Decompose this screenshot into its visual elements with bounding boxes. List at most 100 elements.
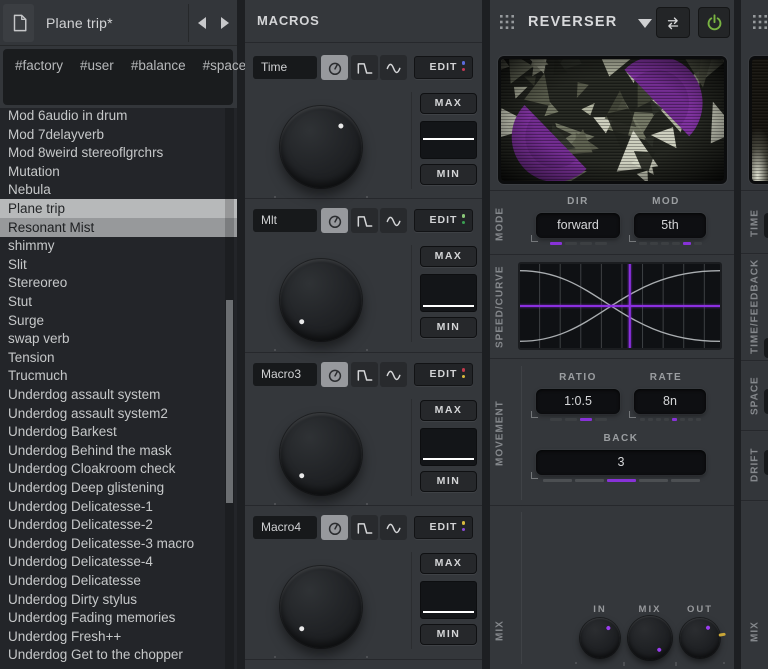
module-drag-handle-icon[interactable] bbox=[498, 13, 516, 31]
randomize-button[interactable] bbox=[656, 7, 690, 38]
preset-item[interactable]: Plane trip bbox=[0, 199, 237, 218]
macro-name-field[interactable]: Time bbox=[253, 56, 317, 79]
tag[interactable]: #user bbox=[80, 58, 114, 73]
macro-min-button[interactable]: MIN bbox=[420, 164, 477, 185]
macro-name-field[interactable]: Macro4 bbox=[253, 516, 317, 539]
preset-item[interactable]: Trucmuch bbox=[0, 366, 237, 385]
previous-preset-button[interactable] bbox=[198, 17, 206, 29]
preset-item[interactable]: Tension bbox=[0, 348, 237, 367]
preset-item[interactable]: Underdog Delicatesse-2 bbox=[0, 515, 237, 534]
preset-item[interactable]: Underdog Barkest bbox=[0, 422, 237, 441]
macro-edit-button[interactable]: EDIT bbox=[414, 363, 473, 386]
preset-item[interactable]: Underdog Behind the mask bbox=[0, 441, 237, 460]
macro-knob[interactable] bbox=[274, 106, 368, 198]
preset-item[interactable]: Underdog Delicatesse-4 bbox=[0, 552, 237, 571]
out-knob[interactable] bbox=[675, 618, 726, 664]
scrollbar-thumb[interactable] bbox=[226, 300, 233, 503]
macro-mode-envelope-button[interactable] bbox=[351, 55, 378, 80]
preset-item[interactable]: Underdog Delicatesse bbox=[0, 571, 237, 590]
tag[interactable]: #space bbox=[203, 58, 247, 73]
macro-mode-lfo-button[interactable] bbox=[380, 515, 407, 540]
preset-item[interactable]: Underdog Dirty stylus bbox=[0, 590, 237, 609]
macro-name-field[interactable]: Macro3 bbox=[253, 363, 317, 386]
macro-mode-lfo-button[interactable] bbox=[380, 362, 407, 387]
preset-item[interactable]: Underdog Get to the chopper bbox=[0, 645, 237, 664]
current-preset-name[interactable]: Plane trip* bbox=[46, 15, 113, 31]
preset-item[interactable]: shimmy bbox=[0, 236, 237, 255]
preset-item[interactable]: Underdog Cloakroom check bbox=[0, 459, 237, 478]
macro-range-display[interactable] bbox=[420, 121, 477, 159]
macro-mode-lfo-button[interactable] bbox=[380, 55, 407, 80]
macro-mode-knob-button[interactable] bbox=[321, 362, 348, 387]
macro-min-button[interactable]: MIN bbox=[420, 471, 477, 492]
macro-mode-envelope-button[interactable] bbox=[351, 515, 378, 540]
preset-item[interactable]: Underdog Delicatesse-3 macro bbox=[0, 534, 237, 553]
scanline-overlay bbox=[752, 59, 768, 181]
mix-label: MIX bbox=[638, 604, 662, 615]
macro-mode-knob-button[interactable] bbox=[321, 515, 348, 540]
mix-knob[interactable] bbox=[623, 616, 677, 666]
power-button[interactable] bbox=[698, 7, 730, 38]
tag[interactable]: #balance bbox=[131, 58, 186, 73]
preset-item[interactable]: Stereoreo bbox=[0, 273, 237, 292]
module-drag-handle-icon[interactable] bbox=[752, 13, 768, 31]
preset-item[interactable]: Underdog Deep glistening bbox=[0, 478, 237, 497]
ratio-selector[interactable]: 1:0.5 bbox=[531, 389, 620, 418]
preset-item[interactable]: Underdog Fading memories bbox=[0, 608, 237, 627]
range-value-line bbox=[423, 137, 474, 140]
macro-edit-button[interactable]: EDIT bbox=[414, 209, 473, 232]
preset-scrollbar[interactable] bbox=[225, 108, 234, 669]
macro-range-display[interactable] bbox=[420, 428, 477, 466]
macro-mode-knob-button[interactable] bbox=[321, 208, 348, 233]
preset-item[interactable]: swap verb bbox=[0, 329, 237, 348]
preset-item[interactable]: Underdog assault system2 bbox=[0, 404, 237, 423]
next-preset-button[interactable] bbox=[221, 17, 229, 29]
macro-min-button[interactable]: MIN bbox=[420, 624, 477, 645]
macro-range-display[interactable] bbox=[420, 581, 477, 619]
preset-item[interactable]: Underdog Delicatesse-1 bbox=[0, 497, 237, 516]
chevron-down-icon[interactable] bbox=[638, 19, 652, 28]
macro-max-button[interactable]: MAX bbox=[420, 553, 477, 574]
macro-edit-button[interactable]: EDIT bbox=[414, 56, 473, 79]
macro-mode-envelope-button[interactable] bbox=[351, 362, 378, 387]
knob-indicator bbox=[297, 471, 305, 479]
preset-item[interactable]: Nebula bbox=[0, 180, 237, 199]
preset-item[interactable]: Mod 6audio in drum bbox=[0, 108, 237, 125]
macro-max-button[interactable]: MAX bbox=[420, 246, 477, 267]
preset-item[interactable]: Underdog Fresh++ bbox=[0, 627, 237, 646]
preset-item[interactable]: Surge bbox=[0, 311, 237, 330]
mod-selector[interactable]: 5th bbox=[629, 213, 706, 242]
module-selector[interactable]: REVERSER bbox=[528, 14, 617, 30]
section-label-mix: MIX bbox=[494, 620, 506, 642]
preset-item[interactable]: Resonant Mist bbox=[0, 217, 237, 237]
preset-item[interactable]: Mod 8weird stereoflgrchrs bbox=[0, 143, 237, 162]
macro-knob[interactable] bbox=[274, 413, 368, 505]
tag[interactable]: #factory bbox=[15, 58, 63, 73]
knob-icon bbox=[328, 522, 341, 535]
macro-name-field[interactable]: Mlt bbox=[253, 209, 317, 232]
macro-max-button[interactable]: MAX bbox=[420, 400, 477, 421]
macro-mode-knob-button[interactable] bbox=[321, 55, 348, 80]
new-preset-button[interactable] bbox=[3, 4, 34, 42]
section-label-speed-curve: SPEED/CURVE bbox=[494, 265, 506, 349]
macro-knob[interactable] bbox=[274, 566, 368, 658]
in-knob[interactable] bbox=[575, 618, 625, 664]
preset-item[interactable]: Stut bbox=[0, 292, 237, 311]
preset-item[interactable]: Slit bbox=[0, 255, 237, 274]
macro-mode-envelope-button[interactable] bbox=[351, 208, 378, 233]
macro-edit-button[interactable]: EDIT bbox=[414, 516, 473, 539]
dir-selector[interactable]: forward bbox=[531, 213, 620, 242]
preset-item[interactable]: Mutation bbox=[0, 162, 237, 181]
section-label-time-feedback: TIME/FEEDBACK bbox=[749, 258, 761, 354]
macro-min-button[interactable]: MIN bbox=[420, 317, 477, 338]
macro-mode-lfo-button[interactable] bbox=[380, 208, 407, 233]
macro-max-button[interactable]: MAX bbox=[420, 93, 477, 114]
preset-item[interactable]: Underdog assault system bbox=[0, 385, 237, 404]
rate-selector[interactable]: 8n bbox=[629, 389, 706, 418]
back-selector[interactable]: 3 bbox=[531, 450, 706, 479]
speed-curve-graph[interactable] bbox=[518, 262, 722, 350]
preset-item[interactable]: Mod 7delayverb bbox=[0, 125, 237, 144]
macro-range-display[interactable] bbox=[420, 274, 477, 312]
macro-knob[interactable] bbox=[274, 259, 368, 351]
range-value-line bbox=[423, 304, 474, 307]
